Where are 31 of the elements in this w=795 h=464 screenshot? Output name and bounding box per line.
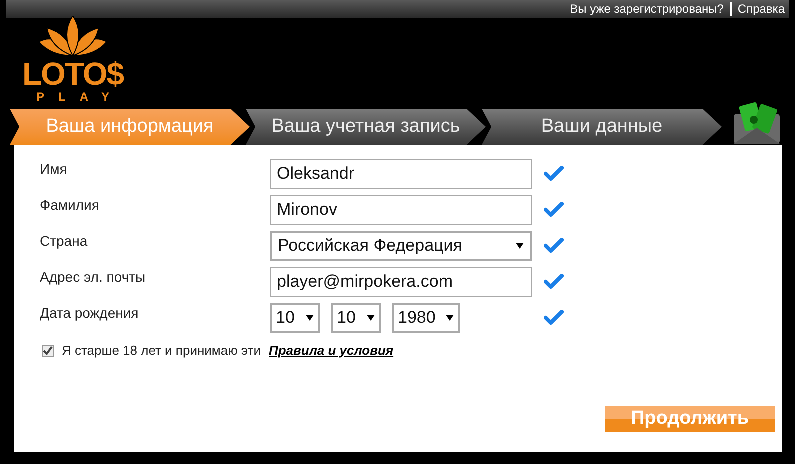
country-dropdown[interactable]: Российская Федерация — [270, 231, 532, 261]
dropdown-value: 10 — [337, 307, 356, 330]
step-tab[interactable]: Ваши данные — [482, 109, 722, 145]
date-dropdown[interactable]: 10 — [270, 303, 320, 333]
text-field[interactable]: Oleksandr — [270, 159, 532, 189]
text-field[interactable]: Mironov — [270, 195, 532, 225]
text-field[interactable]: player@mirpokera.com — [270, 267, 532, 297]
dropdown-value: 1980 — [398, 307, 436, 330]
logo-wordmark: LOTO$ — [22, 58, 124, 90]
dropdown-value: 10 — [276, 307, 295, 330]
agree-text: Я старше 18 лет и принимаю эти — [62, 342, 261, 360]
field-label: Адрес эл. почты — [40, 268, 147, 287]
logo-subtitle: PLAY — [36, 90, 124, 104]
login-link[interactable]: Вы уже зарегистрированы? — [570, 0, 724, 18]
caret-icon — [516, 243, 524, 249]
terms-link[interactable]: Правила и условия — [269, 341, 394, 360]
field-label: Фамилия — [40, 196, 100, 215]
field-label: Дата рождения — [40, 304, 140, 323]
caret-icon — [446, 315, 454, 321]
dropdown-value: Российская Федерация — [278, 235, 462, 258]
date-dropdown[interactable]: 1980 — [392, 303, 460, 333]
help-link[interactable]: Справка — [738, 0, 785, 18]
field-label: Страна — [40, 232, 89, 251]
lotus-icon — [37, 16, 109, 58]
caret-icon — [306, 315, 314, 321]
caret-icon — [367, 315, 375, 321]
date-dropdown[interactable]: 10 — [331, 303, 381, 333]
step-tab[interactable]: Ваша учетная запись — [246, 109, 486, 145]
agree-checkbox[interactable] — [42, 344, 54, 357]
field-label: Имя — [40, 160, 68, 179]
money-envelope-icon — [732, 100, 782, 146]
